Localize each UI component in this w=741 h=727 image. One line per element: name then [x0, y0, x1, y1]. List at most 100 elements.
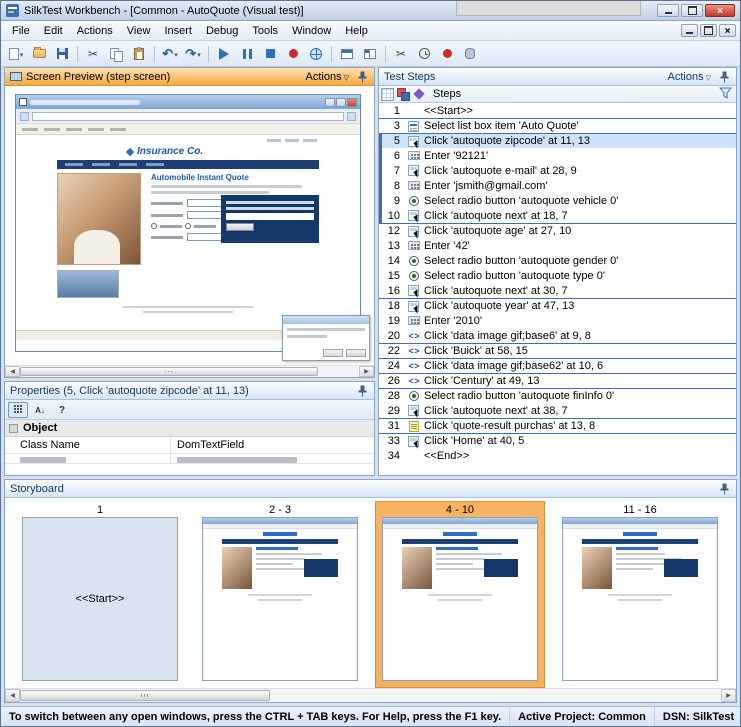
pin-icon[interactable] — [356, 385, 369, 397]
open-button[interactable] — [28, 44, 50, 64]
snippet-button[interactable] — [390, 44, 412, 64]
test-step-row[interactable]: 19Enter '2010' — [379, 313, 736, 328]
test-step-row[interactable]: 31Click 'quote-result purchas' at 13, 8 — [379, 418, 736, 433]
menu-view[interactable]: View — [120, 23, 158, 39]
filter-icon[interactable] — [719, 87, 732, 102]
menu-edit[interactable]: Edit — [37, 23, 70, 39]
scroll-right-icon[interactable] — [359, 366, 374, 377]
test-step-row[interactable]: 8Enter 'jsmith@gmail.com' — [379, 178, 736, 193]
test-step-row[interactable]: 22Click 'Buick' at 58, 15 — [379, 343, 736, 358]
test-step-row[interactable]: 9Select radio button 'autoquote vehicle … — [379, 193, 736, 208]
click-icon — [405, 434, 422, 449]
browser-button[interactable] — [305, 44, 327, 64]
mdi-close-button[interactable] — [719, 24, 736, 37]
properties-panel: Properties (5, Click 'autoquote zipcode'… — [4, 381, 375, 476]
minimize-button[interactable] — [657, 4, 679, 17]
screen-preview-canvas[interactable]: Insurance Co. Automobile Instant Quote — [5, 86, 374, 377]
test-step-row[interactable]: 24Click 'data image gif;base62' at 10, 6 — [379, 358, 736, 373]
screen-preview-actions-menu[interactable]: Actions — [303, 70, 352, 84]
test-step-row-selected[interactable]: 5Click 'autoquote zipcode' at 11, 13 — [379, 133, 736, 148]
undo-icon — [162, 46, 173, 62]
test-step-row[interactable]: 20Click 'data image gif;base6' at 9, 8 — [379, 328, 736, 343]
menu-help[interactable]: Help — [338, 23, 375, 39]
stop-button[interactable] — [259, 44, 281, 64]
test-step-row[interactable]: 26Click 'Century' at 49, 13 — [379, 373, 736, 388]
property-row-clipped[interactable] — [5, 454, 374, 464]
new-window-button[interactable] — [336, 44, 358, 64]
test-step-row[interactable]: 6Enter '92121' — [379, 148, 736, 163]
html-icon — [405, 359, 422, 374]
test-step-row[interactable]: 16Click 'autoquote next' at 30, 7 — [379, 283, 736, 298]
test-step-row[interactable]: 34<<End>> — [379, 448, 736, 463]
active-project-indicator: Active Project:Common — [509, 707, 654, 726]
maximize-button[interactable] — [681, 4, 703, 17]
test-step-row[interactable]: 7Click 'autoquote e-mail' at 28, 9 — [379, 163, 736, 178]
record-button[interactable] — [282, 44, 304, 64]
keyboard-icon — [405, 178, 422, 193]
blank-icon — [405, 448, 422, 463]
menu-insert[interactable]: Insert — [157, 23, 199, 39]
run-button[interactable] — [213, 44, 235, 64]
test-step-row[interactable]: 3Select list box item 'Auto Quote' — [379, 118, 736, 133]
undo-button[interactable] — [159, 44, 181, 64]
record-icon — [443, 49, 452, 58]
test-step-row[interactable]: 28Select radio button 'autoquote finInfo… — [379, 388, 736, 403]
menu-actions[interactable]: Actions — [70, 23, 120, 39]
redo-button[interactable] — [182, 44, 204, 64]
test-step-row[interactable]: 33Click 'Home' at 40, 5 — [379, 433, 736, 448]
storyboard-strip: 1 <<Start>> 2 - 3 4 - 10 — [5, 498, 736, 688]
property-row[interactable]: Class Name DomTextField — [5, 437, 374, 454]
storyboard-thumbnail-11-16[interactable]: 11 - 16 — [555, 501, 725, 688]
timer-button[interactable] — [413, 44, 435, 64]
stop-icon — [266, 49, 275, 58]
test-step-row[interactable]: 18Click 'autoquote year' at 47, 13 — [379, 298, 736, 313]
menu-tools[interactable]: Tools — [245, 23, 285, 39]
scroll-left-icon[interactable] — [5, 366, 20, 377]
new-button[interactable] — [5, 44, 27, 64]
storyboard-thumbnail-4-10[interactable]: 4 - 10 — [375, 501, 545, 688]
test-step-row[interactable]: 10Click 'autoquote next' at 18, 7 — [379, 208, 736, 223]
record-actions-button[interactable] — [436, 44, 458, 64]
click-icon — [405, 224, 422, 239]
close-button[interactable] — [705, 4, 735, 17]
menu-window[interactable]: Window — [285, 23, 338, 39]
copy-button[interactable] — [105, 44, 127, 64]
export-button[interactable] — [459, 44, 481, 64]
save-icon — [57, 48, 68, 59]
test-step-row[interactable]: 13Enter '42' — [379, 238, 736, 253]
test-step-row[interactable]: 14Select radio button 'autoquote gender … — [379, 253, 736, 268]
save-button[interactable] — [51, 44, 73, 64]
tile-windows-button[interactable] — [359, 44, 381, 64]
pin-icon[interactable] — [718, 483, 731, 495]
pause-button[interactable] — [236, 44, 258, 64]
mdi-minimize-button[interactable] — [681, 24, 698, 37]
help-button[interactable] — [52, 402, 72, 418]
storyboard-thumbnail-2-3[interactable]: 2 - 3 — [195, 501, 365, 688]
storyboard-header: Storyboard — [5, 480, 736, 498]
test-steps-actions-menu[interactable]: Actions — [665, 70, 714, 84]
property-group-row[interactable]: Object — [5, 420, 374, 437]
background-window-fragment — [456, 1, 641, 16]
test-step-row[interactable]: 29Click 'autoquote next' at 38, 7 — [379, 403, 736, 418]
mdi-restore-button[interactable] — [700, 24, 717, 37]
scroll-right-icon[interactable] — [721, 689, 736, 702]
categorized-button[interactable] — [8, 402, 28, 418]
pin-icon[interactable] — [356, 71, 369, 83]
cut-button[interactable] — [82, 44, 104, 64]
scroll-left-icon[interactable] — [5, 689, 20, 702]
paste-button[interactable] — [128, 44, 150, 64]
menu-debug[interactable]: Debug — [199, 23, 245, 39]
photo-image — [57, 173, 141, 265]
test-steps-title: Test Steps — [384, 71, 435, 83]
storyboard-thumbnail-1[interactable]: 1 <<Start>> — [15, 501, 185, 688]
pin-icon[interactable] — [718, 71, 731, 83]
steps-column-header: Steps — [379, 86, 736, 103]
test-step-row[interactable]: 15Select radio button 'autoquote type 0' — [379, 268, 736, 283]
preview-horizontal-scrollbar[interactable] — [5, 365, 374, 377]
maximize-icon — [688, 6, 697, 15]
test-step-row[interactable]: 12Click 'autoquote age' at 27, 10 — [379, 223, 736, 238]
test-step-row[interactable]: 1<<Start>> — [379, 103, 736, 118]
storyboard-horizontal-scrollbar[interactable] — [5, 688, 736, 702]
alphabetical-sort-button[interactable] — [30, 402, 50, 418]
menu-file[interactable]: File — [5, 23, 37, 39]
